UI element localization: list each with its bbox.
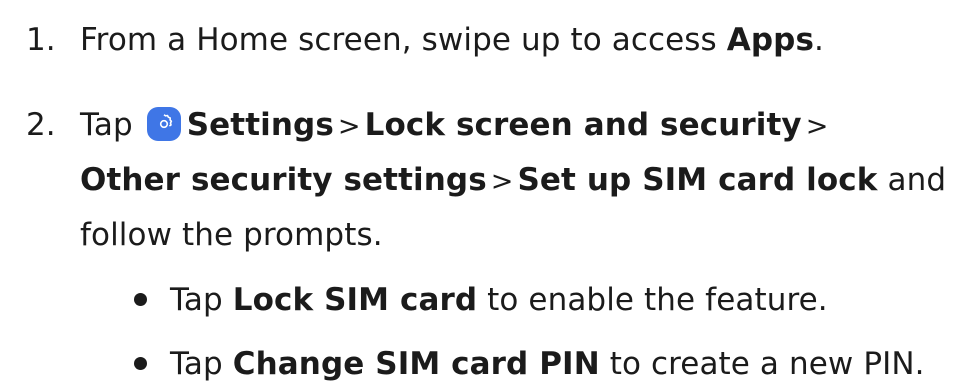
apps-label: Apps [726,22,814,58]
step-1-text-after: . [814,22,824,58]
change-sim-card-pin-label: Change SIM card PIN [232,346,600,382]
path-separator: > [805,111,829,142]
step-2-and: and [887,162,947,198]
bullet-dot [134,357,147,370]
step-2-tap: Tap [80,107,133,143]
step-1-text: From a Home screen, swipe up to access A… [80,20,824,60]
lock-sim-card-label: Lock SIM card [232,282,478,318]
bullet-1-text: Tap Lock SIM card to enable the feature. [170,280,828,320]
bullet-1-tap: Tap [170,282,223,318]
bullet-dot [134,293,147,306]
bullet-2-rest: to create a new PIN. [609,346,925,382]
other-security-settings-label: Other security settings [80,162,487,198]
lock-screen-security-label: Lock screen and security [364,107,802,143]
path-separator: > [490,166,514,197]
step-2-line-1: Tap Settings > Lock screen and security > [80,105,832,147]
settings-label: Settings [186,107,334,143]
bullet-2-tap: Tap [170,346,223,382]
path-separator: > [337,111,361,142]
step-2-number: 2. [26,107,56,143]
settings-gear-icon [146,107,181,141]
bullet-2-text: Tap Change SIM card PIN to create a new … [170,344,925,384]
bullet-1-rest: to enable the feature. [487,282,828,318]
step-1-text-before: From a Home screen, swipe up to access [80,22,727,58]
instruction-document: 1. From a Home screen, swipe up to acces… [0,0,955,392]
step-2-line-3: follow the prompts. [80,217,383,253]
set-up-sim-card-lock-label: Set up SIM card lock [517,162,878,198]
step-1-number: 1. [26,22,56,58]
step-2-line-2: Other security settings > Set up SIM card … [80,160,946,202]
